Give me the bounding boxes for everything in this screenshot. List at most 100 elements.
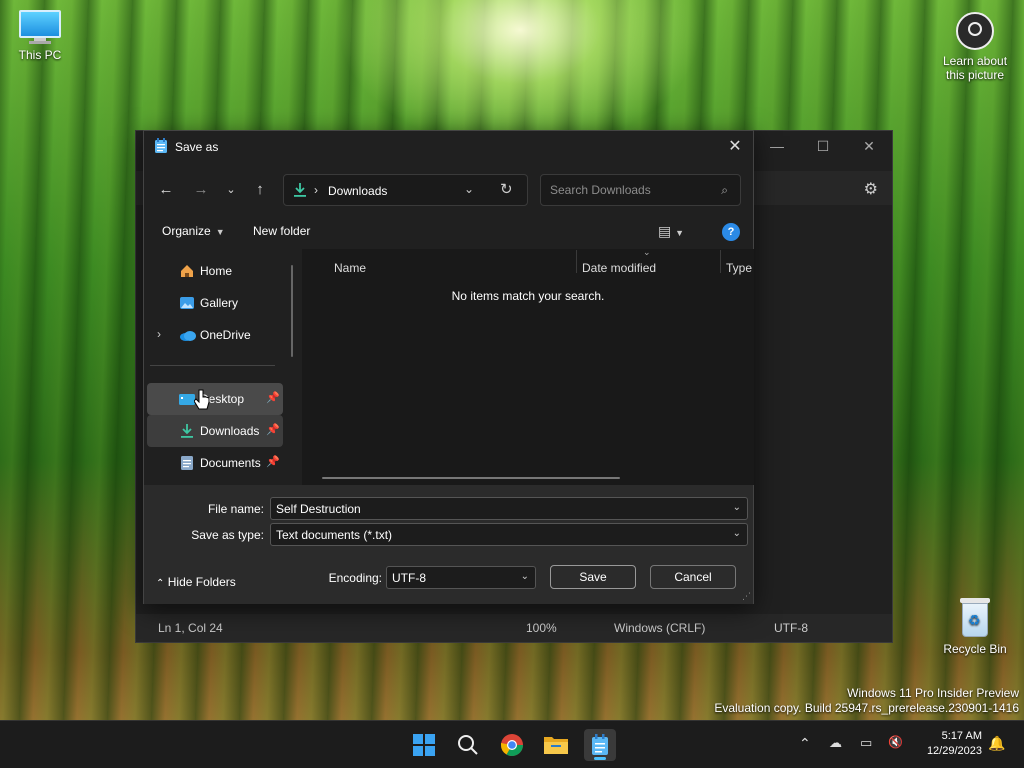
dialog-close-button[interactable]: ✕ — [717, 131, 753, 161]
desktop-icon-this-pc[interactable]: This PC — [14, 10, 66, 62]
desktop-icon-recycle-bin[interactable]: ♻ Recycle Bin — [940, 598, 1010, 656]
organize-button[interactable]: Organize ▼ — [162, 224, 225, 238]
encoding-select[interactable]: UTF-8 ⌄ — [386, 566, 536, 589]
sort-chevron-icon: ⌄ — [643, 247, 651, 257]
refresh-icon[interactable]: ↻ — [500, 180, 513, 198]
file-name-label: File name: — [207, 502, 264, 516]
status-encoding[interactable]: UTF-8 — [774, 621, 808, 635]
nav-item-gallery[interactable]: Gallery — [147, 287, 283, 319]
address-location[interactable]: Downloads — [328, 184, 387, 198]
save-as-type-value: Text documents (*.txt) — [276, 528, 393, 542]
file-name-value[interactable]: Self Destruction — [276, 502, 361, 516]
nav-item-onedrive[interactable]: › OneDrive — [147, 319, 283, 351]
learn-about-label-line2: this picture — [945, 68, 1005, 82]
back-arrow-icon[interactable]: ← — [155, 179, 177, 199]
organize-label: Organize — [162, 224, 211, 238]
download-arrow-icon — [293, 182, 307, 201]
search-icon[interactable]: ⌕ — [721, 183, 728, 198]
volume-muted-icon[interactable]: 🔇 — [888, 735, 903, 749]
chevron-up-icon: ⌃ — [156, 578, 165, 589]
column-header-type[interactable]: Type — [726, 261, 752, 275]
nav-item-documents[interactable]: Documents 📌 — [147, 447, 283, 479]
windows-watermark: Windows 11 Pro Insider Preview Evaluatio… — [714, 686, 1019, 716]
onedrive-cloud-icon — [179, 327, 196, 343]
minimize-icon[interactable]: — — [754, 131, 800, 161]
hide-folders-button[interactable]: ⌃ Hide Folders — [156, 575, 236, 589]
folder-icon — [544, 737, 568, 754]
notepad-title-buttons: — ☐ ✕ — [754, 131, 892, 161]
view-options-button[interactable]: ▤ ▼ — [658, 223, 684, 240]
nav-item-desktop[interactable]: Desktop 📌 — [147, 383, 283, 415]
encoding-value: UTF-8 — [392, 571, 426, 585]
file-explorer-taskbar-button[interactable] — [540, 729, 572, 761]
column-header-name[interactable]: Name — [334, 261, 366, 275]
details-view-icon: ▤ — [658, 223, 672, 239]
navigation-bar: ← → ⌄ ↑ › Downloads ⌄ ↻ ⌕ — [144, 169, 753, 209]
search-input[interactable] — [541, 175, 711, 205]
notification-bell-icon[interactable]: 🔔 — [988, 735, 1005, 752]
active-app-indicator — [594, 757, 606, 760]
status-zoom[interactable]: 100% — [526, 621, 557, 635]
pin-icon: 📌 — [266, 456, 280, 468]
chevron-down-icon[interactable]: ⌄ — [733, 528, 741, 539]
forward-arrow-icon[interactable]: → — [190, 179, 212, 199]
pin-icon: 📌 — [266, 392, 280, 404]
taskbar-clock[interactable]: 5:17 AM 12/29/2023 — [927, 729, 982, 759]
file-name-field[interactable]: Self Destruction ⌄ — [270, 497, 748, 520]
horizontal-scrollbar[interactable] — [322, 477, 620, 479]
nav-label-downloads: Downloads — [200, 424, 260, 438]
watermark-line-2: Evaluation copy. Build 25947.rs_prerelea… — [714, 701, 1019, 715]
status-line-ending[interactable]: Windows (CRLF) — [614, 621, 705, 635]
show-hidden-icons-chevron-icon[interactable]: ⌃ — [799, 735, 811, 752]
save-as-dialog: Save as ✕ ← → ⌄ ↑ › Downloads ⌄ ↻ ⌕ Orga… — [143, 130, 754, 604]
monitor-icon — [19, 10, 61, 44]
resize-grip-icon[interactable]: ⋰ — [742, 591, 751, 602]
help-icon[interactable]: ? — [722, 223, 740, 241]
hide-folders-label: Hide Folders — [167, 575, 236, 589]
network-icon[interactable]: ▭ — [860, 735, 872, 751]
nav-pane-scrollbar[interactable] — [291, 265, 293, 357]
column-separator[interactable] — [576, 250, 577, 273]
settings-gear-icon[interactable]: ⚙ — [864, 179, 878, 199]
desktop-icon-learn-about-picture[interactable]: Learn about this picture — [938, 12, 1012, 82]
save-form-area: File name: Self Destruction ⌄ Save as ty… — [144, 485, 753, 604]
taskbar: ⌃ ☁ ▭ 🔇 5:17 AM 12/29/2023 🔔 — [0, 720, 1024, 768]
chevron-down-icon[interactable]: ⌄ — [733, 502, 741, 513]
close-icon[interactable]: ✕ — [846, 131, 892, 161]
column-header-date-modified[interactable]: Date modified — [582, 261, 656, 275]
chevron-down-icon[interactable]: ⌄ — [521, 571, 529, 582]
save-as-type-select[interactable]: Text documents (*.txt) ⌄ — [270, 523, 748, 546]
maximize-icon[interactable]: ☐ — [800, 131, 846, 161]
address-bar[interactable]: › Downloads ⌄ ↻ — [283, 174, 528, 206]
nav-item-downloads[interactable]: Downloads 📌 — [147, 415, 283, 447]
notepad-taskbar-button[interactable] — [584, 729, 616, 761]
windows-logo-icon — [413, 734, 435, 756]
search-box[interactable]: ⌕ — [540, 174, 741, 206]
chrome-taskbar-button[interactable] — [496, 729, 528, 761]
command-bar: Organize ▼ New folder ▤ ▼ ? — [144, 215, 753, 249]
camera-info-icon — [956, 12, 994, 50]
up-arrow-icon[interactable]: ↑ — [249, 179, 271, 199]
notepad-icon — [592, 734, 608, 755]
expand-chevron-icon[interactable]: › — [157, 327, 161, 341]
chrome-icon — [501, 734, 523, 756]
nav-label-onedrive: OneDrive — [200, 328, 251, 342]
address-dropdown-chevron-icon[interactable]: ⌄ — [464, 182, 474, 196]
start-button[interactable] — [408, 729, 440, 761]
documents-folder-icon — [179, 455, 195, 471]
new-folder-button[interactable]: New folder — [253, 224, 310, 238]
caret-down-icon: ▼ — [675, 228, 685, 238]
navigation-pane: Home Gallery › OneDrive Desktop 📌 Downlo… — [144, 249, 302, 485]
column-separator[interactable] — [720, 250, 721, 273]
cancel-button[interactable]: Cancel — [650, 565, 736, 589]
recycle-bin-icon: ♻ — [958, 598, 992, 638]
onedrive-offline-icon[interactable]: ☁ — [829, 735, 842, 751]
save-as-type-label: Save as type: — [191, 528, 264, 542]
search-taskbar-button[interactable] — [452, 729, 484, 761]
breadcrumb-separator-icon: › — [314, 183, 318, 197]
recent-locations-chevron-icon[interactable]: ⌄ — [220, 179, 242, 199]
this-pc-label: This PC — [18, 48, 62, 62]
nav-item-home[interactable]: Home — [147, 255, 283, 287]
nav-label-home: Home — [200, 264, 233, 278]
save-button[interactable]: Save — [550, 565, 636, 589]
